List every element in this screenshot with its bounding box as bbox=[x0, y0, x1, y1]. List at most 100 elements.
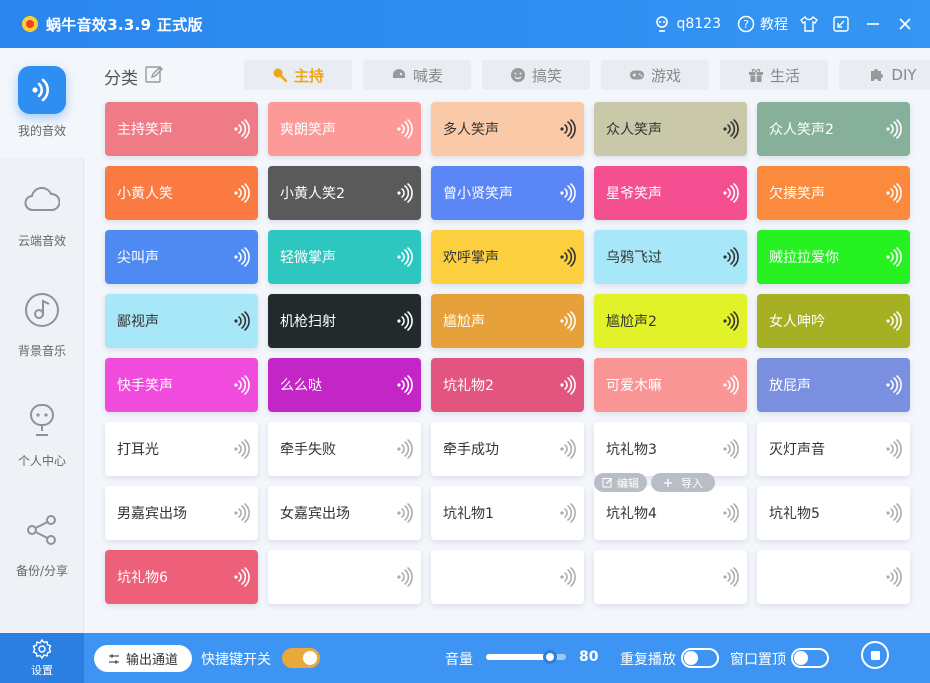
host-icon bbox=[272, 67, 288, 83]
tutorial-link[interactable]: ? 教程 bbox=[737, 14, 788, 34]
sound-card[interactable]: 可爱木嘛 bbox=[594, 358, 747, 412]
sound-card[interactable]: 小黄人笑 bbox=[105, 166, 258, 220]
volume-fill bbox=[486, 654, 550, 660]
output-channel-button[interactable]: 输出通道 bbox=[94, 645, 192, 672]
sidebar-item-label: 备份/分享 bbox=[15, 564, 69, 578]
sound-name: 欢呼掌声 bbox=[443, 250, 499, 266]
play-sound-icon bbox=[397, 311, 413, 331]
edit-icon bbox=[602, 478, 612, 488]
music-icon bbox=[18, 286, 66, 334]
sound-card[interactable]: 女嘉宾出场 bbox=[268, 486, 421, 540]
tab-funny[interactable]: 搞笑 bbox=[482, 60, 590, 90]
sound-card[interactable]: 小黄人笑2 bbox=[268, 166, 421, 220]
shrink-icon bbox=[833, 16, 849, 32]
sound-card[interactable]: 放屁声 bbox=[757, 358, 910, 412]
sound-card[interactable]: 坑礼物3 bbox=[594, 422, 747, 476]
skin-button[interactable] bbox=[798, 13, 820, 35]
user-account[interactable]: q8123 bbox=[653, 15, 721, 33]
sidebar-item-profile[interactable]: 个人中心 bbox=[0, 378, 84, 488]
volume-slider[interactable] bbox=[486, 650, 566, 664]
sound-card[interactable]: 多人笑声 bbox=[431, 102, 584, 156]
sound-card[interactable] bbox=[757, 550, 910, 604]
stop-button[interactable] bbox=[861, 641, 889, 669]
sound-card[interactable] bbox=[431, 550, 584, 604]
sound-name: 坑礼物4 bbox=[606, 506, 657, 522]
repeat-play-toggle[interactable] bbox=[681, 648, 719, 668]
sound-card[interactable]: 么么哒 bbox=[268, 358, 421, 412]
close-button[interactable] bbox=[894, 13, 916, 35]
sound-card[interactable]: 爽朗笑声 bbox=[268, 102, 421, 156]
tab-diy[interactable]: DIY bbox=[839, 60, 930, 90]
sidebar-item-backup-share[interactable]: 备份/分享 bbox=[0, 488, 84, 598]
sound-name: 贼拉拉爱你 bbox=[769, 250, 839, 266]
sound-card[interactable]: 轻微掌声 bbox=[268, 230, 421, 284]
sound-card[interactable]: 欠揍笑声 bbox=[757, 166, 910, 220]
play-sound-icon bbox=[560, 311, 576, 331]
tutorial-label: 教程 bbox=[760, 17, 788, 33]
sound-card[interactable]: 尖叫声 bbox=[105, 230, 258, 284]
sound-card[interactable]: 坑礼物4 bbox=[594, 486, 747, 540]
tab-host[interactable]: 主持 bbox=[244, 60, 352, 90]
sidebar-item-my-sounds[interactable]: 我的音效 bbox=[0, 48, 84, 158]
toggle-knob bbox=[303, 651, 317, 665]
play-sound-icon bbox=[397, 247, 413, 267]
hotkey-toggle[interactable] bbox=[282, 648, 320, 668]
sound-card[interactable]: 快手笑声 bbox=[105, 358, 258, 412]
sound-card[interactable]: 男嘉宾出场 bbox=[105, 486, 258, 540]
tab-shout-mic[interactable]: 喊麦 bbox=[363, 60, 471, 90]
sound-card[interactable]: 鄙视声 bbox=[105, 294, 258, 348]
sound-card[interactable]: 机枪扫射 bbox=[268, 294, 421, 348]
sound-card[interactable]: 坑礼物1 bbox=[431, 486, 584, 540]
play-sound-icon bbox=[560, 503, 576, 523]
volume-thumb[interactable] bbox=[543, 650, 557, 664]
mini-mode-button[interactable] bbox=[830, 13, 852, 35]
window-pin-toggle[interactable] bbox=[791, 648, 829, 668]
sound-card[interactable] bbox=[268, 550, 421, 604]
tab-life[interactable]: 生活 bbox=[720, 60, 828, 90]
cloud-icon bbox=[18, 176, 66, 224]
sound-card[interactable]: 坑礼物5 bbox=[757, 486, 910, 540]
sound-card[interactable] bbox=[594, 550, 747, 604]
sound-card[interactable]: 众人笑声 bbox=[594, 102, 747, 156]
sound-name: 坑礼物6 bbox=[117, 570, 168, 586]
edit-sound-button[interactable]: 编辑 bbox=[594, 473, 647, 492]
play-sound-icon bbox=[234, 247, 250, 267]
username: q8123 bbox=[676, 16, 721, 32]
sound-name: 灭灯声音 bbox=[769, 442, 825, 458]
sound-card[interactable]: 坑礼物2 bbox=[431, 358, 584, 412]
sound-card[interactable]: 女人呻吟 bbox=[757, 294, 910, 348]
bottom-bar: 设置 输出通道 快捷键开关 音量 80 重复播放 窗口置顶 bbox=[0, 633, 930, 683]
sound-card[interactable]: 坑礼物6 bbox=[105, 550, 258, 604]
sound-card[interactable]: 众人笑声2 bbox=[757, 102, 910, 156]
sound-name: 坑礼物5 bbox=[769, 506, 820, 522]
hotkey-switch-label: 快捷键开关 bbox=[201, 652, 271, 668]
sound-card[interactable]: 星爷笑声 bbox=[594, 166, 747, 220]
play-sound-icon bbox=[234, 567, 250, 587]
play-sound-icon bbox=[234, 119, 250, 139]
minimize-button[interactable] bbox=[862, 13, 884, 35]
sound-card[interactable]: 贼拉拉爱你 bbox=[757, 230, 910, 284]
sound-card[interactable]: 欢呼掌声 bbox=[431, 230, 584, 284]
sound-card[interactable]: 灭灯声音 bbox=[757, 422, 910, 476]
sidebar-item-bgm[interactable]: 背景音乐 bbox=[0, 268, 84, 378]
sound-card[interactable]: 主持笑声 bbox=[105, 102, 258, 156]
sound-card[interactable]: 尴尬声 bbox=[431, 294, 584, 348]
sound-card[interactable]: 打耳光 bbox=[105, 422, 258, 476]
tab-label: DIY bbox=[891, 66, 917, 84]
sidebar-item-label: 我的音效 bbox=[17, 124, 66, 138]
play-sound-icon bbox=[886, 375, 902, 395]
sound-card[interactable]: 尴尬声2 bbox=[594, 294, 747, 348]
shirt-icon bbox=[800, 15, 818, 32]
sound-card[interactable]: 牵手失败 bbox=[268, 422, 421, 476]
edit-category-icon[interactable] bbox=[144, 64, 164, 89]
sound-card[interactable]: 曾小贤笑声 bbox=[431, 166, 584, 220]
play-sound-icon bbox=[723, 311, 739, 331]
import-sound-button[interactable]: 导入 bbox=[651, 473, 715, 492]
sound-card[interactable]: 牵手成功 bbox=[431, 422, 584, 476]
tab-game[interactable]: 游戏 bbox=[601, 60, 709, 90]
settings-button[interactable]: 设置 bbox=[0, 633, 84, 683]
sidebar-item-cloud-sounds[interactable]: 云端音效 bbox=[0, 158, 84, 268]
sound-card[interactable]: 乌鸦飞过 bbox=[594, 230, 747, 284]
play-sound-icon bbox=[397, 503, 413, 523]
sound-name: 乌鸦飞过 bbox=[606, 250, 662, 266]
